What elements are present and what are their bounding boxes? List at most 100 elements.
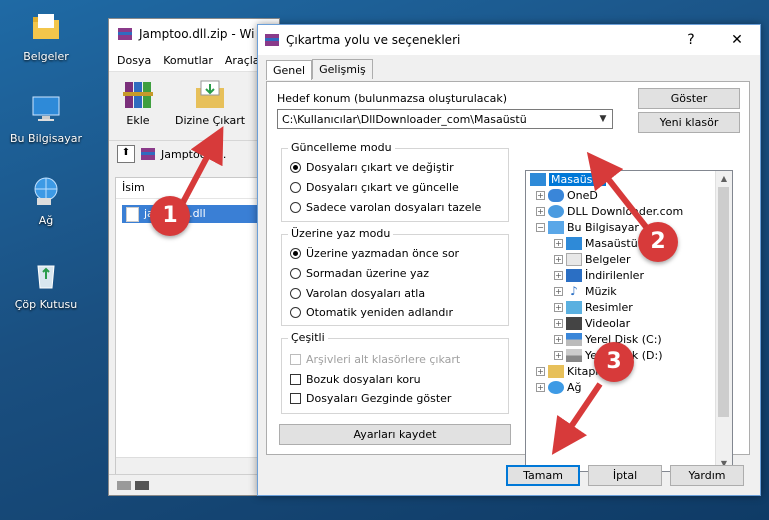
option-label: Sormadan üzerine yaz (306, 267, 430, 280)
expand-icon[interactable]: + (536, 191, 545, 200)
extract-to-button[interactable]: Dizine Çıkart (175, 78, 245, 134)
radio-extract-update[interactable]: Dosyaları çıkart ve güncelle (290, 181, 459, 194)
radio-indicator[interactable] (290, 288, 301, 299)
desktop-icon (530, 173, 546, 186)
radio-skip-existing[interactable]: Varolan dosyaları atla (290, 287, 425, 300)
tree-item-this-pc[interactable]: − Bu Bilgisayar (536, 221, 639, 234)
network-icon (34, 177, 58, 205)
extract-folder-icon (196, 80, 225, 108)
expand-icon[interactable]: + (554, 239, 563, 248)
user-icon (548, 205, 564, 218)
overwrite-mode-group: Üzerine yaz modu Üzerine yazmadan önce s… (281, 227, 509, 326)
desktop-icon-documents[interactable]: Belgeler (0, 10, 92, 63)
expand-icon[interactable]: + (536, 367, 545, 376)
winrar-titlebar: Jamptoo.dll.zip - Wi (109, 19, 279, 49)
collapse-icon[interactable]: − (536, 223, 545, 232)
menu-tools[interactable]: Araçla (225, 54, 260, 67)
misc-group: Çeşitli Arşivleri alt klasörlere çıkart … (281, 331, 509, 414)
radio-rename-automatically[interactable]: Otomatik yeniden adlandır (290, 306, 453, 319)
dialog-titlebar: Çıkartma yolu ve seçenekleri ? ✕ (258, 25, 760, 55)
winrar-menubar: Dosya Komutlar Araçla (109, 49, 279, 72)
tab-advanced[interactable]: Gelişmiş (312, 59, 373, 79)
tree-label: OneD (567, 189, 598, 202)
winrar-icon (265, 34, 279, 46)
tree-item-network[interactable]: + Ağ (536, 381, 582, 394)
destination-path-combo[interactable]: C:\Kullanıcılar\DllDownloader_com\Masaüs… (277, 109, 613, 129)
computer-icon (548, 221, 564, 234)
desktop: Belgeler Bu Bilgisayar Ağ Çöp Kutusu Jam… (0, 0, 769, 520)
expand-icon[interactable]: + (554, 287, 563, 296)
radio-indicator[interactable] (290, 248, 301, 259)
menu-commands[interactable]: Komutlar (163, 54, 213, 67)
tree-item-videos[interactable]: + Videolar (554, 317, 630, 330)
radio-freshen-existing[interactable]: Sadece varolan dosyaları tazele (290, 201, 481, 214)
desktop-icon-label: Belgeler (23, 50, 69, 63)
tree-item-dll-downloader[interactable]: + DLL Downloader.com (536, 205, 683, 218)
checkbox[interactable] (290, 354, 301, 365)
radio-indicator[interactable] (290, 202, 301, 213)
help-button[interactable]: Yardım (670, 465, 744, 486)
close-button[interactable]: ✕ (714, 32, 760, 48)
desktop-icon-network[interactable]: Ağ (0, 174, 92, 227)
check-keep-broken-files[interactable]: Bozuk dosyaları koru (290, 373, 421, 386)
help-title-button[interactable]: ? (668, 32, 714, 48)
tree-item-desktop[interactable]: Masaüstü (530, 173, 606, 186)
scroll-up-icon[interactable]: ▲ (716, 174, 732, 183)
radio-extract-replace[interactable]: Dosyaları çıkart ve değiştir (290, 161, 454, 174)
radio-overwrite-without-prompt[interactable]: Sormadan üzerine yaz (290, 267, 429, 280)
tree-item-pc-desktop[interactable]: + Masaüstü (554, 237, 638, 250)
check-show-in-explorer[interactable]: Dosyaları Gezginde göster (290, 392, 451, 405)
menu-file[interactable]: Dosya (117, 54, 151, 67)
up-folder-icon[interactable]: ⬆ (117, 145, 135, 163)
expand-icon[interactable]: + (554, 335, 563, 344)
radio-indicator[interactable] (290, 182, 301, 193)
radio-indicator[interactable] (290, 268, 301, 279)
column-header-name[interactable]: İsim (116, 178, 272, 199)
radio-indicator[interactable] (290, 162, 301, 173)
option-label: Bozuk dosyaları koru (306, 373, 421, 386)
show-button[interactable]: Göster (638, 88, 740, 109)
expand-icon[interactable]: + (554, 351, 563, 360)
videos-icon (566, 317, 582, 330)
radio-indicator[interactable] (290, 307, 301, 318)
chevron-down-icon[interactable]: ▼ (594, 114, 612, 124)
expand-icon[interactable]: + (554, 303, 563, 312)
tree-label: Bu Bilgisayar (567, 221, 639, 234)
winrar-window: Jamptoo.dll.zip - Wi Dosya Komutlar Araç… (108, 18, 287, 496)
ok-button[interactable]: Tamam (506, 465, 580, 486)
horizontal-scrollbar[interactable] (116, 457, 272, 474)
desktop-icon-recycle-bin[interactable]: Çöp Kutusu (0, 258, 92, 311)
checkbox[interactable] (290, 393, 301, 404)
checkbox[interactable] (290, 374, 301, 385)
network-icon (548, 381, 564, 394)
expand-icon[interactable]: + (554, 319, 563, 328)
tree-item-onedrive[interactable]: + OneD (536, 189, 598, 202)
desktop-icon-label: Çöp Kutusu (14, 298, 78, 311)
cancel-button[interactable]: İptal (588, 465, 662, 486)
new-folder-button[interactable]: Yeni klasör (638, 112, 740, 133)
books-icon (123, 82, 153, 108)
desktop-icon-this-pc[interactable]: Bu Bilgisayar (0, 92, 92, 145)
check-extract-to-subfolders[interactable]: Arşivleri alt klasörlere çıkart (290, 353, 460, 366)
tree-scrollbar[interactable]: ▲ ▼ (715, 171, 732, 471)
winrar-toolbar: Ekle Dizine Çıkart (109, 72, 279, 134)
desktop-icon (566, 237, 582, 250)
tree-item-music[interactable]: + ♪ Müzik (554, 285, 617, 298)
music-icon: ♪ (570, 284, 578, 298)
file-row[interactable]: jamptoo.dll (122, 205, 266, 223)
expand-icon[interactable]: + (536, 207, 545, 216)
expand-icon[interactable]: + (554, 271, 563, 280)
expand-icon[interactable]: + (554, 255, 563, 264)
scroll-thumb[interactable] (718, 187, 729, 417)
folder-tree[interactable]: Masaüstü + OneD + DLL Downloader.com − Bu B… (525, 170, 733, 472)
overwrite-mode-title: Üzerine yaz modu (288, 227, 394, 240)
tab-general[interactable]: Genel (266, 60, 313, 80)
tree-item-documents[interactable]: + Belgeler (554, 253, 630, 266)
add-button[interactable]: Ekle (119, 78, 157, 134)
expand-icon[interactable]: + (536, 383, 545, 392)
tree-item-downloads[interactable]: + İndirilenler (554, 269, 644, 282)
radio-ask-before-overwrite[interactable]: Üzerine yazmadan önce sor (290, 247, 459, 260)
dialog-title: Çıkartma yolu ve seçenekleri (286, 33, 461, 47)
tree-item-pictures[interactable]: + Resimler (554, 301, 633, 314)
save-settings-button[interactable]: Ayarları kaydet (279, 424, 511, 445)
